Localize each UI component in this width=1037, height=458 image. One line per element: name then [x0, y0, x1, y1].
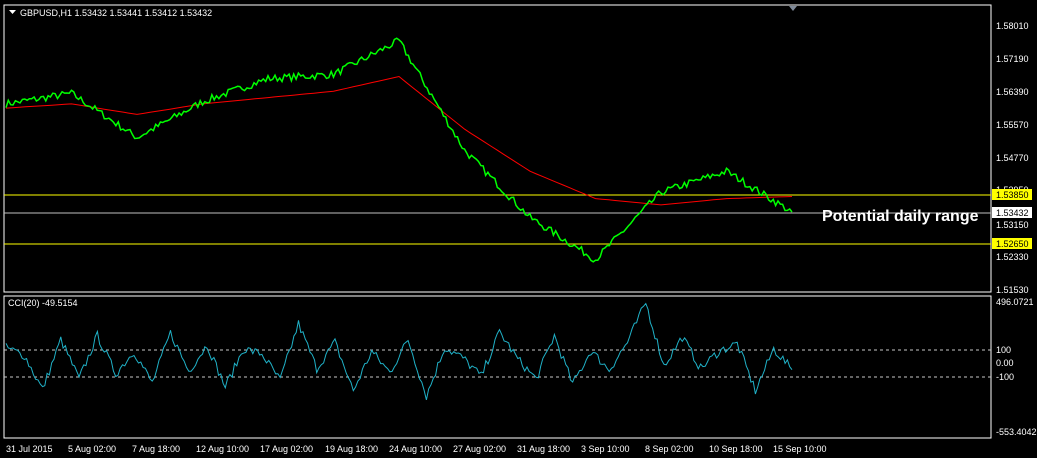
time-tick-label: 31 Aug 18:00 [517, 444, 570, 454]
price-tick-label: 1.51530 [996, 285, 1029, 295]
cci-tick-label: 0.00 [996, 358, 1014, 368]
time-tick-label: 5 Aug 02:00 [68, 444, 116, 454]
time-tick-label: 27 Aug 02:00 [453, 444, 506, 454]
price-tick-label: 1.56390 [996, 87, 1029, 97]
time-tick-label: 17 Aug 02:00 [260, 444, 313, 454]
cci-tick-label: -100 [996, 372, 1014, 382]
time-tick-label: 10 Sep 18:00 [709, 444, 763, 454]
time-tick-label: 8 Sep 02:00 [645, 444, 694, 454]
price-tick-label: 1.57190 [996, 54, 1029, 64]
price-tick-label: 1.53150 [996, 220, 1029, 230]
time-tick-label: 3 Sep 10:00 [581, 444, 630, 454]
price-tick-label: 1.58010 [996, 21, 1029, 31]
time-tick-label: 19 Aug 18:00 [325, 444, 378, 454]
symbol-header: GBPUSD,H1 1.53432 1.53441 1.53412 1.5343… [20, 8, 212, 18]
range-high-tag-label: 1.53850 [996, 190, 1029, 200]
range-low-tag-label: 1.52650 [996, 239, 1029, 249]
time-tick-label: 15 Sep 10:00 [773, 444, 827, 454]
cci-tick-label: 496.0721 [996, 297, 1034, 307]
chart-background [0, 0, 1037, 458]
cci-tick-label: 100 [996, 345, 1011, 355]
time-tick-label: 31 Jul 2015 [6, 444, 53, 454]
price-tick-label: 1.55570 [996, 120, 1029, 130]
trading-chart[interactable]: GBPUSD,H1 1.53432 1.53441 1.53412 1.5343… [0, 0, 1037, 458]
range-annotation: Potential daily range [822, 208, 979, 225]
time-tick-label: 7 Aug 18:00 [132, 444, 180, 454]
indicator-title: CCI(20) -49.5154 [8, 298, 78, 308]
price-tick-label: 1.54770 [996, 153, 1029, 163]
time-tick-label: 12 Aug 10:00 [196, 444, 249, 454]
bid-tag-label: 1.53432 [996, 208, 1029, 218]
cci-tick-label: -553.4042 [996, 427, 1037, 437]
time-tick-label: 24 Aug 10:00 [389, 444, 442, 454]
price-scale: 1.58010 1.57190 1.56390 1.55570 1.54770 … [996, 21, 1029, 295]
price-tick-label: 1.52330 [996, 252, 1029, 262]
